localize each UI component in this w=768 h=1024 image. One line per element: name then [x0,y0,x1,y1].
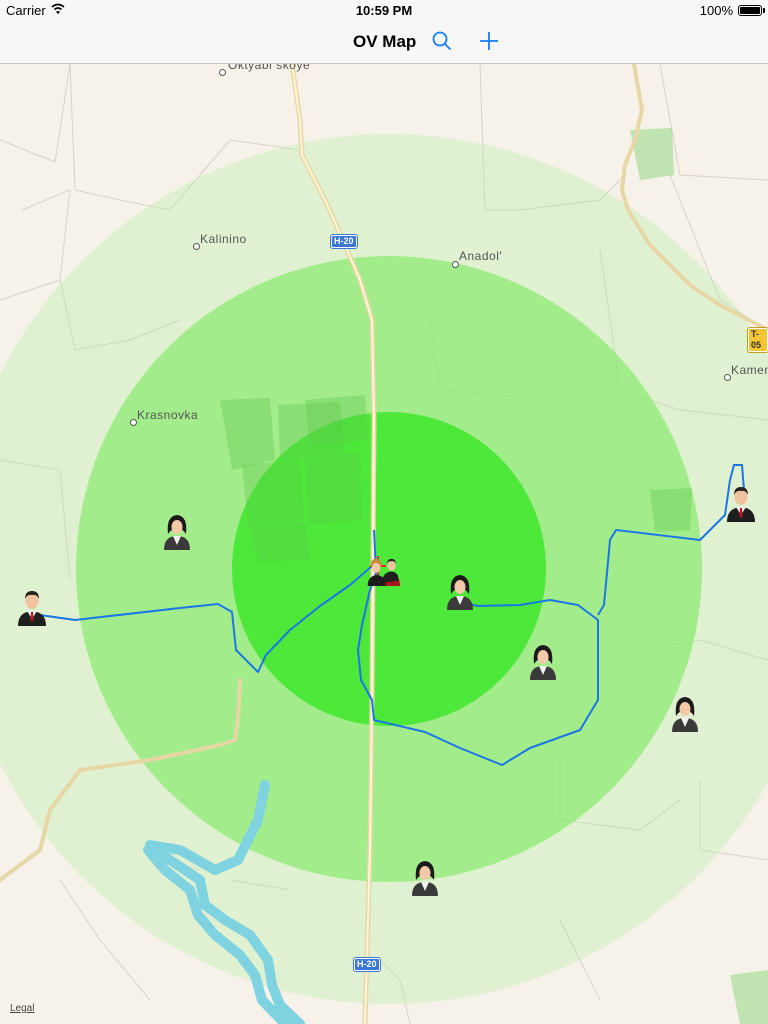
male-user-marker[interactable] [15,588,49,626]
navigation-bar: OV Map [0,20,768,64]
female-user-marker[interactable] [160,512,194,550]
group-marker[interactable] [366,550,400,588]
add-button[interactable] [477,29,501,53]
route-shield-h20: H-20 [330,234,358,249]
place-label-krasnovka: Krasnovka [137,408,199,422]
map-canvas[interactable] [0,64,768,1024]
route-shield-h20: H-20 [353,957,381,972]
male-user-marker[interactable] [724,484,758,522]
place-dot [724,374,731,381]
place-label-oktyabrskoye: Oktyabr'skoye [228,64,311,72]
female-user-marker[interactable] [408,858,442,896]
female-user-marker[interactable] [668,694,702,732]
place-label-kalinino: Kalinino [200,232,247,246]
place-dot [452,261,459,268]
female-user-marker[interactable] [526,642,560,680]
battery-percent: 100% [699,3,733,18]
map-view[interactable]: Oktyabr'skoye Kalinino Anadol' Kamen Kra… [0,64,768,1024]
place-label-kamen: Kamen [731,363,768,377]
battery-icon [738,5,765,16]
place-dot [219,69,226,76]
route-shield-t05: T-05 [747,327,768,353]
female-user-marker[interactable] [443,572,477,610]
place-dot [193,243,200,250]
page-title: OV Map [353,32,417,51]
search-icon[interactable] [430,29,454,53]
legal-link[interactable]: Legal [10,1003,34,1014]
place-label-anadol: Anadol' [459,249,503,263]
clock: 10:59 PM [355,3,413,18]
status-bar: Carrier 10:59 PM 100% [0,0,768,20]
place-dot [130,419,137,426]
